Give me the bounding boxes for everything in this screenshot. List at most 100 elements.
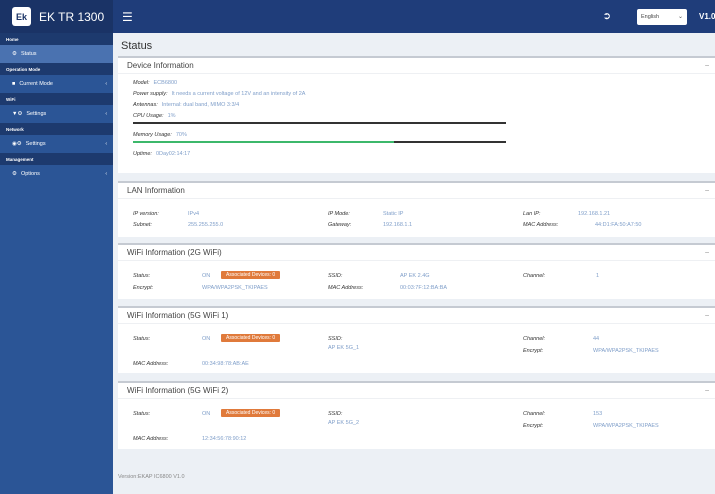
- sidebar-section-network: Network: [0, 123, 113, 135]
- encrypt-value: WPA/WPA2PSK_TKIPAES: [593, 348, 659, 354]
- sidebar-item-current-mode[interactable]: ■ Current Mode ‹: [0, 75, 113, 93]
- language-value: English: [641, 13, 660, 20]
- wifi-5g-1-information-box: WiFi Information (5G WiFi 1) – Status: O…: [118, 306, 715, 373]
- lan-information-box: LAN Information – IP version: IPv4 Subne…: [118, 181, 715, 237]
- minimize-icon[interactable]: –: [705, 62, 709, 69]
- ssid-value: AP EK 5G_2: [328, 420, 360, 426]
- channel-label: Channel:: [523, 411, 546, 417]
- antennas-value: Internal: dual band, MIMO 3:3/4: [161, 101, 240, 108]
- encrypt-value: WPA/WPA2PSK_TKIPAES: [202, 285, 268, 291]
- associated-devices-badge[interactable]: Associated Devices: 0: [221, 409, 281, 417]
- memory-value: 70%: [175, 131, 187, 138]
- ip-version-label: IP version:: [133, 211, 159, 217]
- box-title: WiFi Information (5G WiFi 1): [127, 311, 229, 320]
- ssid-label: SSID:: [328, 411, 343, 417]
- box-header: WiFi Information (5G WiFi 1) –: [118, 308, 715, 324]
- gear-icon: ⚙: [12, 51, 17, 57]
- memory-row: Memory Usage: 70%: [118, 129, 715, 140]
- subnet-label: Subnet:: [133, 222, 152, 228]
- brand[interactable]: Ek EK TR 1300: [0, 0, 113, 33]
- language-select[interactable]: English ⌄: [637, 8, 687, 25]
- encrypt-value: WPA/WPA2PSK_TKIPAES: [593, 423, 659, 429]
- wifi-settings-icon: ▼⚙: [12, 111, 23, 117]
- chevron-left-icon: ‹: [105, 141, 107, 147]
- encrypt-label: Encrypt:: [133, 285, 154, 291]
- model-value: ECB6800: [153, 79, 178, 86]
- lan-ip-label: Lan IP:: [523, 211, 541, 217]
- minimize-icon[interactable]: –: [705, 249, 709, 256]
- gateway-label: Gateway:: [328, 222, 352, 228]
- subnet-value: 255.255.255.0: [188, 222, 224, 228]
- cpu-label: CPU Usage:: [133, 112, 164, 119]
- sidebar-item-wifi-settings[interactable]: ▼⚙ Settings ‹: [0, 105, 113, 123]
- ip-mode-label: IP Mode:: [328, 211, 350, 217]
- lan-ip-value: 192.168.1.21: [578, 211, 611, 217]
- chevron-left-icon: ‹: [105, 81, 107, 87]
- sidebar-item-options[interactable]: ⚙ Options ‹: [0, 165, 113, 183]
- wifi-2g-information-box: WiFi Information (2G WiFi) – Status: ON …: [118, 243, 715, 299]
- sidebar-item-network-settings[interactable]: ◉⚙ Settings ‹: [0, 135, 113, 153]
- ssid-label: SSID:: [328, 273, 343, 279]
- channel-value: 153: [593, 411, 603, 417]
- network-settings-icon: ◉⚙: [12, 141, 22, 147]
- memory-usage-bar: [133, 141, 506, 143]
- chevron-down-icon: ⌄: [677, 14, 683, 20]
- power-value: It needs a current voltage of 12V and an…: [171, 90, 306, 97]
- sidebar-section-management: Management: [0, 153, 113, 165]
- gateway-value: 192.168.1.1: [383, 222, 413, 228]
- power-row: Power supply: It needs a current voltage …: [118, 88, 715, 99]
- ssid-value: AP EK 5G_1: [328, 345, 360, 351]
- box-header: LAN Information –: [118, 183, 715, 199]
- mac-address-label: MAC Address:: [133, 361, 169, 367]
- encrypt-label: Encrypt:: [523, 348, 544, 354]
- screen-icon: ■: [12, 81, 16, 87]
- gear-icon: ⚙: [12, 171, 17, 177]
- top-navbar: Ek EK TR 1300 ☰ ➲ English ⌄ V1.0: [0, 0, 715, 33]
- sidebar-item-status[interactable]: ⚙ Status: [0, 45, 113, 63]
- mac-address-value: 00:03:7F:12:BA:BA: [400, 285, 448, 291]
- sidebar: Home ⚙ Status Operation Mode ■ Current M…: [0, 33, 113, 494]
- uptime-value: 0Day02:14:17: [155, 150, 191, 157]
- sidebar-item-label: Status: [20, 51, 37, 57]
- cpu-usage-bar: [133, 122, 506, 124]
- sidebar-item-label: Settings: [26, 111, 47, 117]
- minimize-icon[interactable]: –: [705, 312, 709, 319]
- box-title: Device Information: [127, 61, 194, 70]
- uptime-row: Uptime: 0Day02:14:17: [118, 148, 715, 159]
- logout-icon[interactable]: ➲: [603, 11, 611, 22]
- minimize-icon[interactable]: –: [705, 387, 709, 394]
- channel-value: 44: [593, 336, 600, 342]
- memory-usage-fill: [133, 141, 395, 143]
- status-value: ON: [202, 336, 211, 342]
- device-information-box: Device Information – Model: ECB6800 Power…: [118, 56, 715, 173]
- memory-label: Memory Usage:: [133, 131, 172, 138]
- mac-address-label: MAC Address:: [328, 285, 364, 291]
- power-label: Power supply:: [133, 90, 168, 97]
- antennas-row: Antennas: Internal: dual band, MIMO 3:3/4: [118, 99, 715, 110]
- version-label: V1.0: [699, 12, 715, 21]
- associated-devices-badge[interactable]: Associated Devices: 0: [221, 271, 281, 279]
- box-header: Device Information –: [118, 58, 715, 74]
- mac-address-value: 00:34:98:78:AB:AE: [202, 361, 249, 367]
- logo: Ek: [12, 7, 31, 26]
- associated-devices-badge[interactable]: Associated Devices: 0: [221, 334, 281, 342]
- chevron-left-icon: ‹: [105, 111, 107, 117]
- model-label: Model:: [133, 79, 150, 86]
- ip-version-value: IPv4: [188, 211, 200, 217]
- antennas-label: Antennas:: [133, 101, 158, 108]
- minimize-icon[interactable]: –: [705, 187, 709, 194]
- version-footer: Version:EKAP IC6800 V1.0: [118, 474, 185, 480]
- channel-label: Channel:: [523, 336, 546, 342]
- sidebar-section-wifi: WiFi: [0, 93, 113, 105]
- sidebar-item-label: Options: [20, 171, 40, 177]
- ssid-value: AP EK 2.4G: [400, 273, 430, 279]
- cpu-value: 1%: [167, 112, 176, 119]
- box-header: WiFi Information (2G WiFi) –: [118, 245, 715, 261]
- sidebar-section-operation-mode: Operation Mode: [0, 63, 113, 75]
- ip-mode-value: Static IP: [383, 211, 404, 217]
- hamburger-icon[interactable]: ☰: [122, 10, 133, 24]
- channel-value: 1: [596, 273, 600, 279]
- status-value: ON: [202, 411, 211, 417]
- box-title: WiFi Information (2G WiFi): [127, 248, 222, 257]
- model-row: Model: ECB6800: [118, 77, 715, 88]
